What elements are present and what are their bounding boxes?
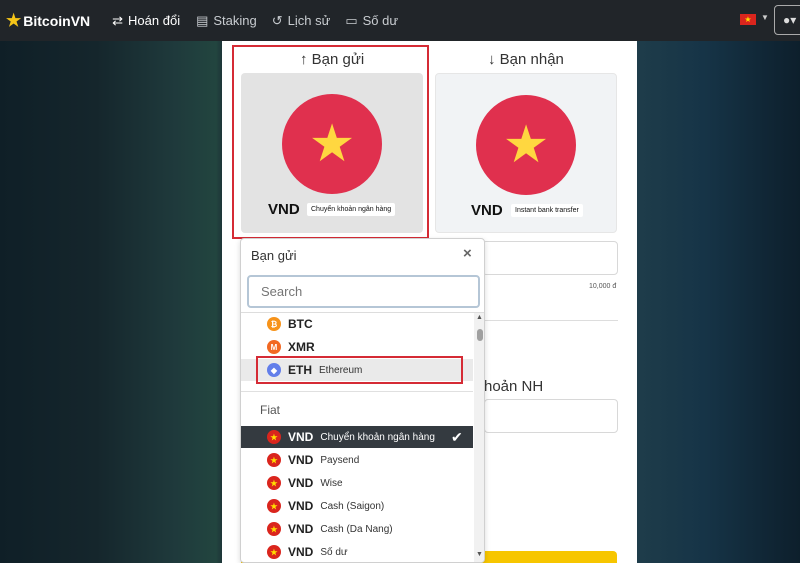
receive-currency-card[interactable]: ★ VND Instant bank transfer [435, 73, 617, 233]
option-code: VND [288, 499, 314, 513]
wallet-icon: ▭ [345, 12, 358, 28]
language-flag-icon[interactable]: ★ [740, 14, 756, 25]
scrollbar-thumb[interactable] [477, 329, 483, 341]
btc-icon: ₿ [267, 317, 281, 331]
account-input[interactable] [484, 399, 618, 433]
history-icon: ↺ [271, 12, 283, 28]
fiat-group-label: Fiat [260, 403, 281, 417]
option-xmr[interactable]: M XMR [241, 336, 473, 358]
star-logo-icon: ★ [6, 10, 22, 30]
nav-balance-label: Số dư [362, 13, 399, 28]
monero-icon: M [267, 340, 281, 354]
nav-swap-label: Hoán đổi [128, 13, 181, 28]
option-code: VND [288, 476, 314, 490]
vietnam-flag-icon: ★ [267, 430, 281, 444]
option-code: XMR [288, 340, 315, 354]
check-icon: ✔ [451, 428, 463, 445]
nav-staking-label: Staking [213, 13, 257, 28]
min-amount-text: 10,000 đ [589, 283, 617, 290]
coins-icon: ▤ [196, 12, 209, 28]
option-desc: Wise [320, 477, 343, 489]
divider [485, 320, 618, 321]
user-menu-button[interactable]: ●▾ [774, 5, 800, 35]
top-navbar: ★ BitcoinVN ⇄ Hoán đổi ▤ Staking ↺ Lịch … [0, 0, 800, 41]
search-input[interactable] [247, 275, 480, 308]
nav-staking[interactable]: ▤ Staking [196, 13, 257, 29]
swap-icon: ⇄ [112, 12, 124, 28]
currency-dropdown: Bạn gửi × ₿ BTC M XMR ◆ ETH Ethereum Fia… [240, 238, 485, 563]
close-icon[interactable]: × [463, 245, 472, 262]
receive-method-badge: Instant bank transfer [511, 204, 583, 217]
vietnam-flag-icon: ★ [267, 545, 281, 559]
eth-highlight-box [256, 356, 463, 384]
option-code: VND [288, 430, 314, 444]
option-desc: Cash (Saigon) [320, 500, 385, 512]
option-vnd-balance[interactable]: ★ VND Số dư [241, 541, 473, 562]
option-code: VND [288, 545, 314, 559]
amount-input[interactable] [482, 241, 618, 275]
option-vnd-wise[interactable]: ★ VND Wise [241, 472, 473, 494]
receive-currency-code: VND [471, 202, 503, 219]
option-desc: Chuyển khoản ngân hàng [320, 431, 435, 443]
scroll-down-icon[interactable]: ▼ [476, 551, 483, 558]
nav-swap[interactable]: ⇄ Hoán đổi [112, 13, 180, 29]
vietnam-flag-icon: ★ [267, 453, 281, 467]
option-btc[interactable]: ₿ BTC [241, 313, 473, 335]
brand-name: BitcoinVN [23, 12, 91, 29]
vietnam-flag-icon: ★ [267, 522, 281, 536]
dropdown-scrollbar[interactable]: ▲ ▼ [474, 313, 484, 562]
option-desc: Cash (Da Nang) [320, 523, 393, 535]
option-vnd-paysend[interactable]: ★ VND Paysend [241, 449, 473, 471]
brand-logo[interactable]: ★ BitcoinVN [6, 11, 90, 31]
option-code: VND [288, 453, 314, 467]
option-desc: Paysend [320, 454, 360, 466]
nav-history-label: Lịch sử [287, 13, 331, 28]
option-vnd-cash-saigon[interactable]: ★ VND Cash (Saigon) [241, 495, 473, 517]
group-divider [241, 391, 473, 392]
option-vnd-bank[interactable]: ★ VND Chuyển khoản ngân hàng ✔ [241, 426, 473, 448]
nav-history[interactable]: ↺ Lịch sử [272, 13, 331, 29]
account-field-label: hoản NH [484, 378, 544, 395]
option-desc: Số dư [320, 546, 348, 558]
scroll-up-icon[interactable]: ▲ [476, 314, 483, 321]
chevron-down-icon[interactable]: ▼ [761, 13, 769, 22]
option-code: VND [288, 522, 314, 536]
vietnam-flag-icon: ★ [476, 95, 576, 195]
nav-balance[interactable]: ▭ Số dư [345, 13, 398, 29]
currency-option-list: ₿ BTC M XMR ◆ ETH Ethereum Fiat ★ VND Ch… [241, 312, 484, 562]
vietnam-flag-icon: ★ [267, 499, 281, 513]
receive-label: ↓ Bạn nhận [488, 51, 564, 68]
option-code: BTC [288, 317, 313, 331]
send-highlight-box [232, 45, 429, 239]
option-vnd-cash-danang[interactable]: ★ VND Cash (Da Nang) [241, 518, 473, 540]
dropdown-title: Bạn gửi [251, 248, 297, 263]
vietnam-flag-icon: ★ [267, 476, 281, 490]
